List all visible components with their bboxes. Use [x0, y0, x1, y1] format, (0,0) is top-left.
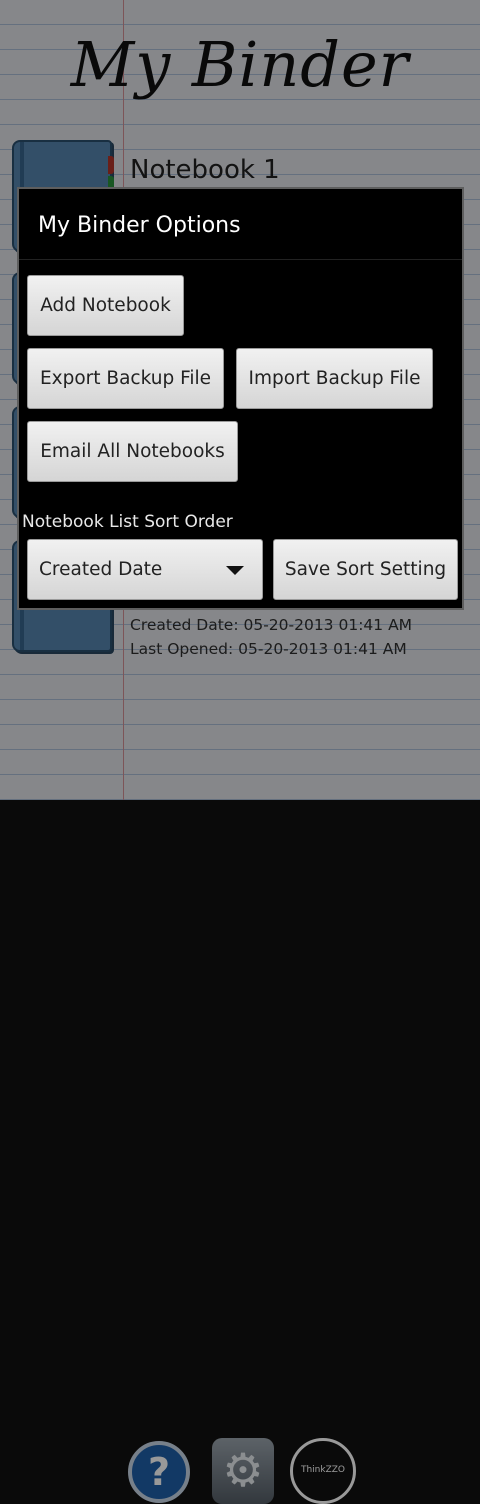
sort-order-label: Notebook List Sort Order — [22, 512, 233, 532]
save-sort-setting-button[interactable]: Save Sort Setting — [273, 539, 458, 600]
sort-order-dropdown[interactable]: Created Date — [27, 539, 263, 600]
dialog-title-divider — [19, 259, 462, 260]
sort-order-selected-value: Created Date — [39, 559, 163, 580]
thinkzzo-logo-icon[interactable]: ThinkZZO — [290, 1438, 356, 1504]
dropdown-arrow-icon — [226, 566, 244, 575]
notebook-tab-icon — [108, 156, 114, 174]
bottom-toolbar: ? ⚙ ThinkZZO — [0, 716, 480, 1504]
dialog-title: My Binder Options — [38, 213, 241, 238]
export-backup-button[interactable]: Export Backup File — [27, 348, 224, 409]
notebook-name[interactable]: Notebook 1 — [130, 155, 280, 185]
notebook-last-opened: Last Opened: 05-20-2013 01:41 AM — [130, 640, 407, 658]
add-notebook-button[interactable]: Add Notebook — [27, 275, 184, 336]
settings-gear-icon[interactable]: ⚙ — [212, 1438, 274, 1504]
app-title: My Binder — [70, 28, 410, 101]
import-backup-button[interactable]: Import Backup File — [236, 348, 433, 409]
email-all-notebooks-button[interactable]: Email All Notebooks — [27, 421, 238, 482]
help-icon[interactable]: ? — [128, 1441, 190, 1503]
notebook-created-date: Created Date: 05-20-2013 01:41 AM — [130, 616, 413, 634]
options-dialog: My Binder Options Add Notebook Export Ba… — [17, 187, 464, 610]
